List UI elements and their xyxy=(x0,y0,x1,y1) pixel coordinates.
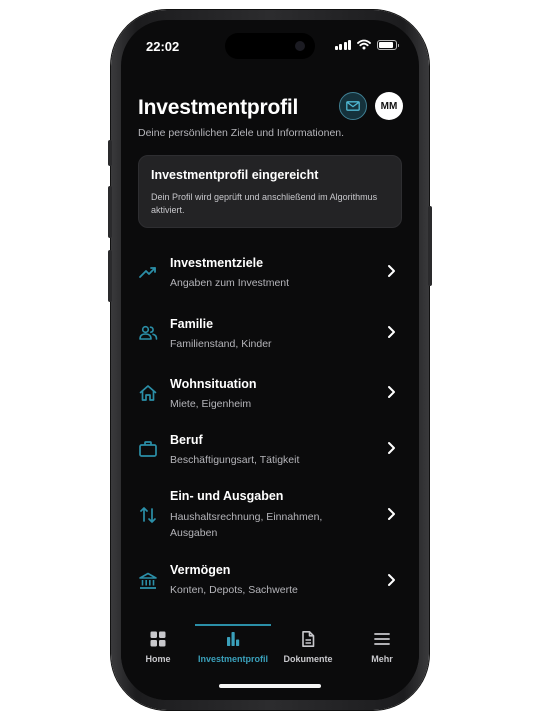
phone-volume-down-button xyxy=(108,250,112,302)
menu-item-vermoegen[interactable]: Vermögen Konten, Depots, Sachwerte xyxy=(121,557,419,613)
tab-home[interactable]: Home xyxy=(121,630,195,664)
page-subtitle: Deine persönlichen Ziele und Information… xyxy=(138,127,345,139)
cellular-signal-icon xyxy=(334,39,351,50)
menu-item-subtitle: Miete, Eigenheim xyxy=(170,398,252,410)
briefcase-icon xyxy=(139,441,157,457)
menu-item-subtitle: Haushaltsrechnung, Einnahmen, Ausgaben xyxy=(170,511,323,539)
front-camera xyxy=(295,41,305,51)
tab-label: Dokumente xyxy=(283,654,333,664)
status-card: Investmentprofil eingereicht Dein Profil… xyxy=(138,155,402,228)
tab-dokumente[interactable]: Dokumente xyxy=(271,630,345,664)
page-title: Investmentprofil xyxy=(138,96,299,119)
menu-item-subtitle: Angaben zum Investment xyxy=(170,277,290,289)
chevron-right-icon xyxy=(388,265,395,277)
phone-action-button xyxy=(108,140,112,166)
bar-chart-icon xyxy=(227,632,240,646)
menu-item-subtitle: Beschäftigungsart, Tätigkeit xyxy=(170,454,300,466)
menu-item-familie[interactable]: Familie Familienstand, Kinder xyxy=(121,309,419,365)
menu-item-subtitle: Konten, Depots, Sachwerte xyxy=(170,584,298,596)
chevron-right-icon xyxy=(388,326,395,338)
status-bar: 22:02 xyxy=(121,20,419,70)
status-card-text: Dein Profil wird geprüft und anschließen… xyxy=(151,192,378,215)
menu-item-title: Ein- und Ausgaben xyxy=(170,489,284,503)
tab-investmentprofil[interactable]: Investmentprofil xyxy=(195,630,271,664)
phone-screen: 22:02 Investmentprofil MM Deine persönli… xyxy=(121,20,419,700)
chevron-right-icon xyxy=(388,574,395,586)
status-card-title: Investmentprofil eingereicht xyxy=(151,168,319,182)
house-icon xyxy=(139,385,157,401)
battery-icon xyxy=(377,39,399,50)
tab-mehr[interactable]: Mehr xyxy=(345,630,419,664)
menu-item-beruf[interactable]: Beruf Beschäftigungsart, Tätigkeit xyxy=(121,425,419,481)
status-icons xyxy=(334,39,399,50)
menu-item-title: Wohnsituation xyxy=(170,377,257,391)
status-time: 22:02 xyxy=(146,39,180,54)
tab-bar: Home Investmentprofil Dokumente Mehr xyxy=(121,620,419,700)
menu-item-investmentziele[interactable]: Investmentziele Angaben zum Investment xyxy=(121,248,419,304)
active-tab-indicator xyxy=(195,624,271,626)
bank-icon xyxy=(139,572,157,589)
phone-power-button xyxy=(428,206,432,286)
chevron-right-icon xyxy=(388,386,395,398)
tab-label: Investmentprofil xyxy=(197,654,268,664)
chevron-right-icon xyxy=(388,442,395,454)
wifi-icon xyxy=(357,39,371,50)
people-icon xyxy=(139,325,158,340)
grid-icon xyxy=(150,631,166,647)
home-indicator xyxy=(219,684,321,688)
dynamic-island xyxy=(225,33,315,59)
document-icon xyxy=(302,631,315,647)
trending-up-icon xyxy=(139,267,156,278)
menu-item-wohnsituation[interactable]: Wohnsituation Miete, Eigenheim xyxy=(121,369,419,425)
menu-item-title: Beruf xyxy=(170,433,203,447)
phone-volume-up-button xyxy=(108,186,112,238)
chevron-right-icon xyxy=(388,508,395,520)
mail-button[interactable] xyxy=(339,92,367,120)
menu-item-title: Familie xyxy=(170,317,214,331)
envelope-icon xyxy=(346,101,360,111)
avatar[interactable]: MM xyxy=(375,92,403,120)
tab-label: Mehr xyxy=(371,654,393,664)
menu-item-title: Vermögen xyxy=(170,563,231,577)
swap-vertical-icon xyxy=(140,507,156,523)
menu-item-subtitle: Familienstand, Kinder xyxy=(170,338,272,350)
hamburger-menu-icon xyxy=(374,633,390,645)
tab-label: Home xyxy=(145,654,171,664)
menu-item-ein-und-ausgaben[interactable]: Ein- und Ausgaben Haushaltsrechnung, Ein… xyxy=(121,483,419,559)
menu-item-title: Investmentziele xyxy=(170,256,264,270)
